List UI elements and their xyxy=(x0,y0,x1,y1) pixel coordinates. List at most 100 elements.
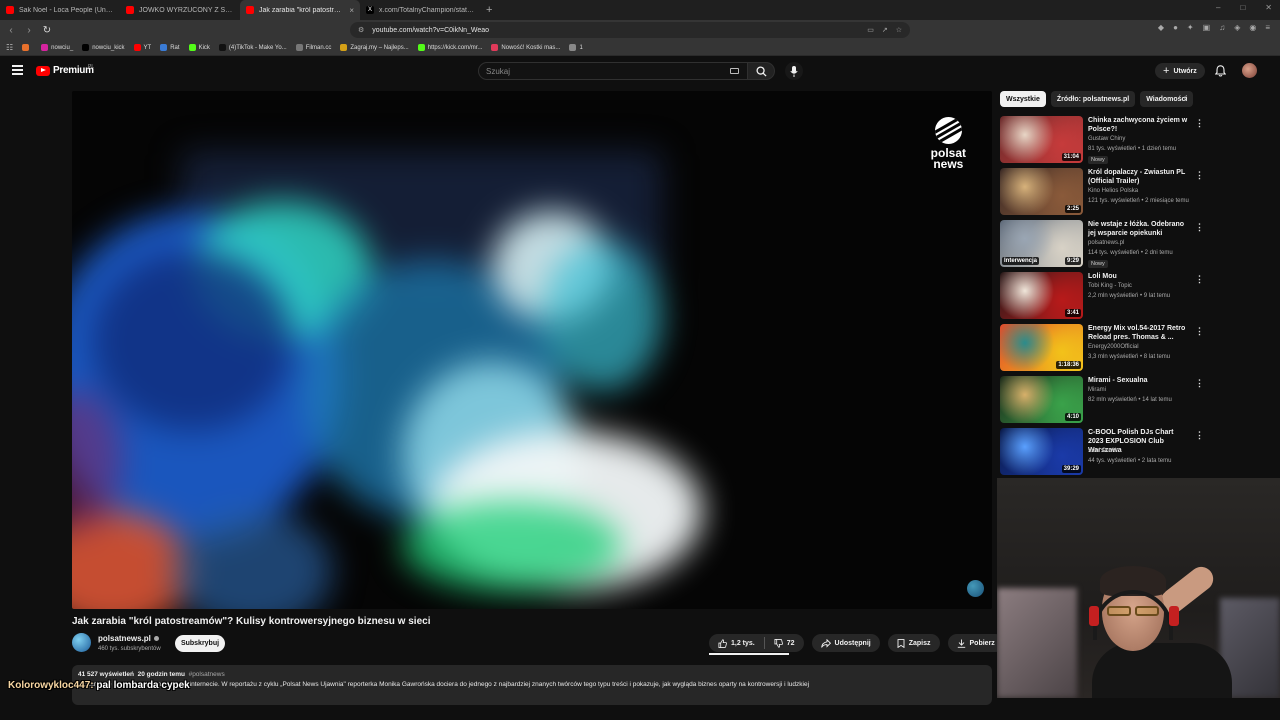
browser-tab[interactable]: JÓWKO WYRZUCONY Z SAMOLOTU xyxy=(120,0,240,20)
forward-icon[interactable]: › xyxy=(24,25,34,36)
hamburger-menu-icon[interactable] xyxy=(12,65,23,75)
shield-icon[interactable]: ◈ xyxy=(1234,23,1240,32)
keyboard-icon[interactable] xyxy=(730,68,739,74)
more-vertical-icon[interactable]: ⋮ xyxy=(1195,378,1204,389)
close-window-icon[interactable]: ✕ xyxy=(1265,3,1272,12)
profile-icon[interactable]: ◉ xyxy=(1249,23,1256,32)
address-bar[interactable]: ⚙ youtube.com/watch?v=C0ikNn_Weao ▭ ↗ ☆ xyxy=(350,22,910,38)
recommended-video[interactable]: 31:04 Chinka zachwycona życiem w Polsce?!… xyxy=(1000,116,1210,164)
recommended-channel-name[interactable]: Energy2000Official xyxy=(1088,344,1139,350)
more-vertical-icon[interactable]: ⋮ xyxy=(1195,274,1204,285)
browser-tab[interactable]: Jak zarabia "król patostream × xyxy=(240,0,360,20)
recommended-channel-name[interactable]: polsatnews.pl xyxy=(1088,240,1124,246)
back-icon[interactable]: ‹ xyxy=(6,25,16,36)
recommended-video-title[interactable]: Król dopalaczy - Zwiastun PL (Official T… xyxy=(1088,168,1188,186)
url-text[interactable]: youtube.com/watch?v=C0ikNn_Weao xyxy=(372,27,859,34)
extension-icon[interactable]: ◆ xyxy=(1158,23,1164,32)
download-button[interactable]: Pobierz xyxy=(947,634,1004,652)
more-vertical-icon[interactable]: ⋮ xyxy=(1195,118,1204,129)
recommended-channel-name[interactable]: Tobi King - Topic xyxy=(1088,283,1132,289)
channel-watermark-icon[interactable] xyxy=(967,580,984,597)
video-thumbnail[interactable]: 1:18:36 xyxy=(1000,324,1083,371)
like-button[interactable]: 1,2 tys. xyxy=(709,634,764,652)
video-thumbnail[interactable]: 31:04 xyxy=(1000,116,1083,163)
recommended-video[interactable]: 9:29 Interwencja Nie wstaje z łóżka. Odebr… xyxy=(1000,220,1210,268)
reload-icon[interactable]: ↻ xyxy=(42,25,52,36)
bookmark-item[interactable]: (4)TikTok - Make Yo... xyxy=(218,44,287,51)
subscribe-button[interactable]: Subskrybuj xyxy=(175,635,225,652)
more-vertical-icon[interactable]: ⋮ xyxy=(1195,326,1204,337)
video-thumbnail[interactable]: 3:41 xyxy=(1000,272,1083,319)
channel-name-row[interactable]: polsatnews.pl xyxy=(98,634,159,643)
filter-chip[interactable]: Wszystkie xyxy=(1000,91,1046,107)
share-button[interactable]: Udostępnij xyxy=(811,634,880,652)
bookmark-item[interactable]: Nowość! Kostki mas... xyxy=(491,44,560,51)
browser-tab[interactable]: Sak Noel - Loca People (Uncensored xyxy=(0,0,120,20)
bookmark-item[interactable]: YT xyxy=(133,44,151,51)
recommended-channel-name[interactable]: Mirami xyxy=(1088,387,1106,393)
video-thumbnail[interactable]: 39:29 xyxy=(1000,428,1083,475)
notifications-bell-icon[interactable] xyxy=(1215,65,1226,77)
recommended-channel-name[interactable]: Gustaw Chiny xyxy=(1088,136,1125,142)
channel-name[interactable]: polsatnews.pl xyxy=(98,634,151,643)
voice-search-button[interactable] xyxy=(785,62,803,80)
video-duration: 3:41 xyxy=(1064,309,1081,317)
search-button[interactable] xyxy=(748,62,775,80)
video-thumbnail[interactable]: 4:10 xyxy=(1000,376,1083,423)
more-vertical-icon[interactable]: ⋮ xyxy=(1195,222,1204,233)
search-input[interactable] xyxy=(479,63,699,80)
recommended-video-title[interactable]: Mirami - Sexualna xyxy=(1088,376,1188,385)
recommended-video[interactable]: 39:29 C-BOOL Polish DJs Chart 2023 EXPLOS… xyxy=(1000,428,1210,476)
video-thumbnail[interactable]: 9:29 Interwencja xyxy=(1000,220,1083,267)
recommended-video[interactable]: 3:41 Loli Mou Tobi King - Topic 2,2 mln wyś… xyxy=(1000,272,1210,320)
youtube-premium-logo[interactable]: Premium xyxy=(36,65,94,76)
chevron-right-icon[interactable]: › xyxy=(1184,93,1187,104)
more-vertical-icon[interactable]: ⋮ xyxy=(1195,430,1204,441)
recommended-video-title[interactable]: Loli Mou xyxy=(1088,272,1188,281)
channel-avatar[interactable] xyxy=(72,633,91,652)
recommended-video[interactable]: 1:18:36 Energy Mix vol.54-2017 Retro Relo… xyxy=(1000,324,1210,372)
save-button[interactable]: Zapisz xyxy=(887,634,940,652)
extension-icon[interactable]: ● xyxy=(1173,23,1178,32)
create-button[interactable]: + Utwórz xyxy=(1155,63,1205,79)
close-tab-icon[interactable]: × xyxy=(349,6,354,15)
bookmark-item[interactable]: nowciu_ xyxy=(41,44,73,51)
bookmark-item[interactable]: Rat xyxy=(160,44,180,51)
cast-icon[interactable]: ▭ xyxy=(867,26,874,34)
account-avatar[interactable] xyxy=(1242,63,1257,78)
share-page-icon[interactable]: ↗ xyxy=(882,26,888,34)
dislike-button[interactable]: 72 xyxy=(765,634,804,652)
media-icon[interactable]: ♫ xyxy=(1219,23,1225,32)
bookmark-item[interactable]: Filman.cc xyxy=(295,44,331,51)
site-info-icon[interactable]: ⚙ xyxy=(358,26,364,34)
puzzle-icon[interactable]: ✦ xyxy=(1187,23,1194,32)
filter-chip[interactable]: Źródło: polsatnews.pl xyxy=(1050,91,1136,107)
recommended-video[interactable]: 2:25 Król dopalaczy - Zwiastun PL (Offici… xyxy=(1000,168,1210,216)
bookmark-item[interactable]: Kick xyxy=(188,44,210,51)
browser-tab[interactable]: Xx.com/TotalnyChampion/status/203 xyxy=(360,0,480,20)
recommended-channel-name[interactable]: Xoni On Air xyxy=(1088,448,1118,454)
description-box[interactable]: 41 527 wyświetleń 20 godzin temu #polsat… xyxy=(72,665,992,705)
bookmark-item[interactable] xyxy=(22,44,32,51)
restore-icon[interactable]: □ xyxy=(1240,3,1245,12)
sidebar-icon[interactable]: ▣ xyxy=(1203,23,1211,32)
bookmark-item[interactable]: https://kick.com/mr... xyxy=(417,44,482,51)
browser-menu-icon[interactable]: ≡ xyxy=(1265,23,1270,32)
recommended-video[interactable]: 4:10 Mirami - Sexualna Mirami 82 mln wyświe… xyxy=(1000,376,1210,424)
recommended-channel-name[interactable]: Kino Helios Polska xyxy=(1088,188,1138,194)
search-box[interactable] xyxy=(478,62,748,80)
recommended-video-title[interactable]: Energy Mix vol.54-2017 Retro Reload pres… xyxy=(1088,324,1188,342)
bookmark-item[interactable]: nowciu_kick xyxy=(82,44,125,51)
video-player[interactable]: polsat news xyxy=(72,91,992,609)
bookmark-item[interactable]: Zagraj.my – Najleps... xyxy=(340,44,409,51)
recommended-video-title[interactable]: Chinka zachwycona życiem w Polsce?! xyxy=(1088,116,1188,134)
more-vertical-icon[interactable]: ⋮ xyxy=(1195,170,1204,181)
hashtag-link[interactable]: #polsatnews xyxy=(189,671,225,678)
bookmark-star-icon[interactable]: ☆ xyxy=(896,26,902,34)
apps-grid-icon[interactable]: ☷ xyxy=(6,43,13,52)
new-tab-icon[interactable]: + xyxy=(480,4,498,16)
recommended-video-title[interactable]: Nie wstaje z łóżka. Odebrano jej wsparci… xyxy=(1088,220,1188,238)
minimize-icon[interactable]: – xyxy=(1216,3,1220,12)
video-thumbnail[interactable]: 2:25 xyxy=(1000,168,1083,215)
bookmark-item[interactable]: 1 xyxy=(569,44,583,51)
